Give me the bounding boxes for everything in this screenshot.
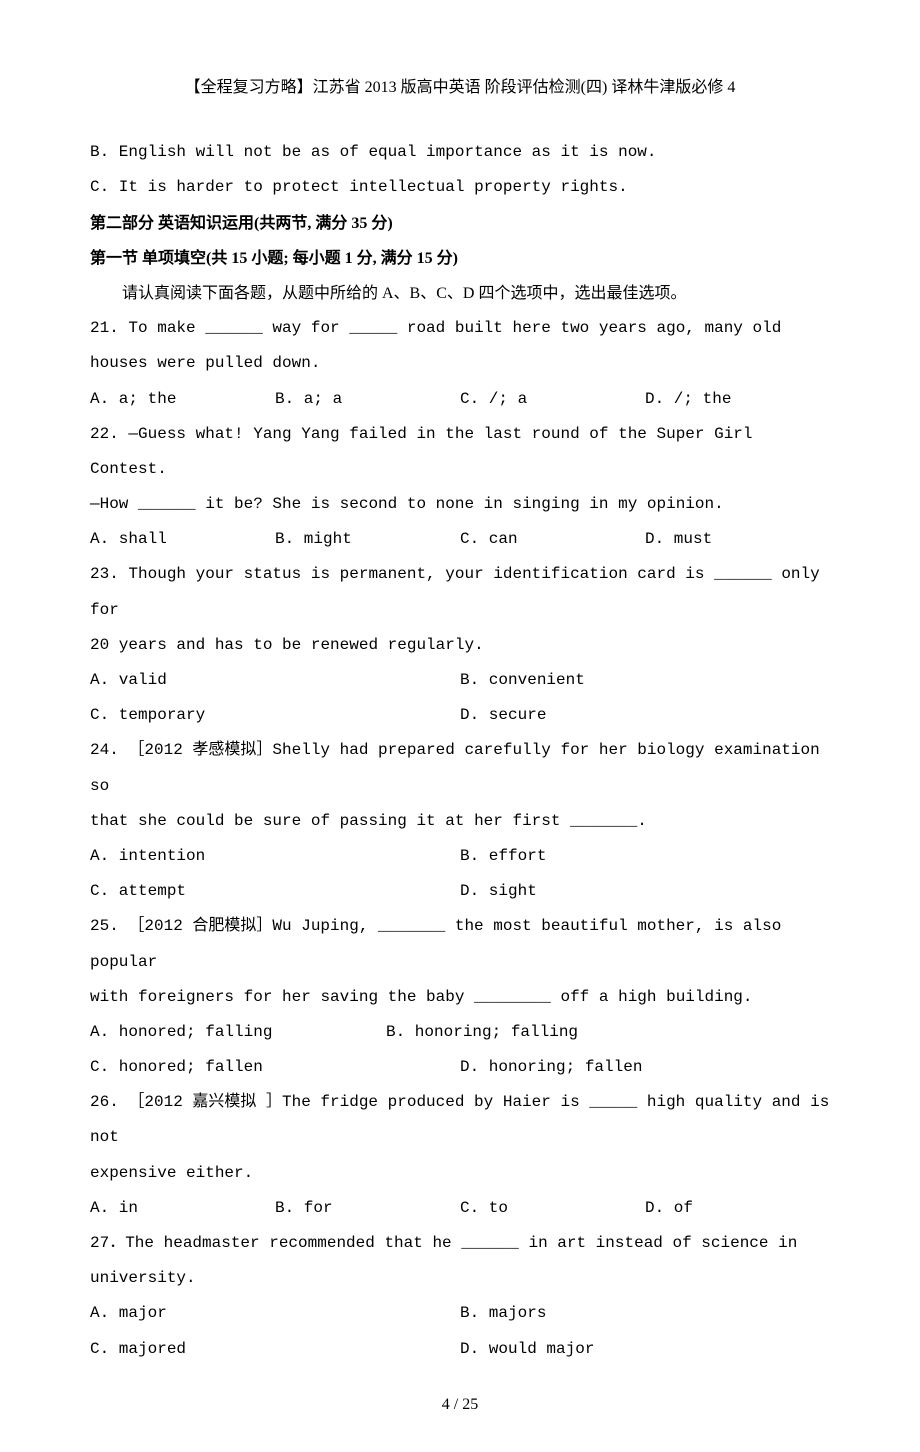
q26-b: B. for: [275, 1191, 460, 1226]
q21-d: D. /; the: [645, 382, 830, 417]
q22-line1: 22. —Guess what! Yang Yang failed in the…: [90, 417, 830, 487]
q24-c: C. attempt: [90, 874, 460, 909]
q26-d: D. of: [645, 1191, 830, 1226]
q23-line1: 23. Though your status is permanent, you…: [90, 557, 830, 627]
q21-text: 21. To make ______ way for _____ road bu…: [90, 311, 830, 381]
q25-options-2: C. honored; fallen D. honoring; fallen: [90, 1050, 830, 1085]
q23-options: A. valid B. convenient C. temporary D. s…: [90, 663, 830, 733]
q22-b: B. might: [275, 522, 460, 557]
q23-b: B. convenient: [460, 663, 830, 698]
q21-options: A. a; the B. a; a C. /; a D. /; the: [90, 382, 830, 417]
q25-line2: with foreigners for her saving the baby …: [90, 980, 830, 1015]
q25-b: B. honoring; falling: [386, 1015, 682, 1050]
q23-d: D. secure: [460, 698, 830, 733]
q26-options: A. in B. for C. to D. of: [90, 1191, 830, 1226]
q26-a: A. in: [90, 1191, 275, 1226]
q21-b: B. a; a: [275, 382, 460, 417]
q25-d: D. honoring; fallen: [460, 1050, 830, 1085]
q23-line2: 20 years and has to be renewed regularly…: [90, 628, 830, 663]
q22-line2: —How ______ it be? She is second to none…: [90, 487, 830, 522]
q27-line1: 27．The headmaster recommended that he __…: [90, 1226, 830, 1261]
prev-option-b: B. English will not be as of equal impor…: [90, 135, 830, 170]
q26-line2: expensive either.: [90, 1156, 830, 1191]
q22-c: C. can: [460, 522, 645, 557]
q27-line2: university.: [90, 1261, 830, 1296]
page-header: 【全程复习方略】江苏省 2013 版高中英语 阶段评估检测(四) 译林牛津版必修…: [90, 70, 830, 105]
q27-d: D. would major: [460, 1332, 830, 1367]
q26-c: C. to: [460, 1191, 645, 1226]
q25-a: A. honored; falling: [90, 1015, 386, 1050]
q24-line1: 24. ［2012 孝感模拟］Shelly had prepared caref…: [90, 733, 830, 803]
q21-c: C. /; a: [460, 382, 645, 417]
instructions: 请认真阅读下面各题，从题中所给的 A、B、C、D 四个选项中，选出最佳选项。: [90, 276, 830, 311]
q22-d: D. must: [645, 522, 830, 557]
q24-a: A. intention: [90, 839, 460, 874]
q23-a: A. valid: [90, 663, 460, 698]
page-number: 4 / 25: [90, 1387, 830, 1422]
section-2-title: 第二部分 英语知识运用(共两节, 满分 35 分): [90, 206, 830, 241]
q27-options: A. major B. majors C. majored D. would m…: [90, 1296, 830, 1366]
q26-line1: 26. ［2012 嘉兴模拟 ］The fridge produced by H…: [90, 1085, 830, 1155]
section-2-subtitle: 第一节 单项填空(共 15 小题; 每小题 1 分, 满分 15 分): [90, 241, 830, 276]
q24-options: A. intention B. effort C. attempt D. sig…: [90, 839, 830, 909]
q22-a: A. shall: [90, 522, 275, 557]
q24-line2: that she could be sure of passing it at …: [90, 804, 830, 839]
prev-option-c: C. It is harder to protect intellectual …: [90, 170, 830, 205]
q24-d: D. sight: [460, 874, 830, 909]
q25-c: C. honored; fallen: [90, 1050, 460, 1085]
q22-options: A. shall B. might C. can D. must: [90, 522, 830, 557]
q21-a: A. a; the: [90, 382, 275, 417]
q25-line1: 25. ［2012 合肥模拟］Wu Juping, _______ the mo…: [90, 909, 830, 979]
q25-options: A. honored; falling B. honoring; falling: [90, 1015, 830, 1050]
q27-c: C. majored: [90, 1332, 460, 1367]
q24-b: B. effort: [460, 839, 830, 874]
q23-c: C. temporary: [90, 698, 460, 733]
